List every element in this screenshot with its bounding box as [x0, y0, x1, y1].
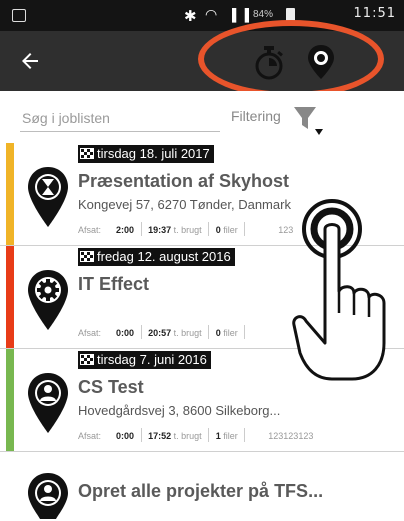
checkered-flag-icon	[80, 251, 94, 262]
job-item[interactable]: tirsdag 18. juli 2017 Præsentation af Sk…	[0, 143, 404, 246]
search-input[interactable]	[20, 105, 220, 132]
back-button[interactable]	[18, 47, 48, 75]
search-row: Filtering	[0, 91, 404, 143]
stopwatch-button[interactable]	[252, 45, 286, 81]
job-date: fredag 12. august 2016	[78, 248, 235, 266]
job-date: tirsdag 18. juli 2017	[78, 145, 214, 163]
job-ref: 123	[278, 225, 294, 235]
job-address: Hovedgårdsvej 3, 8600 Silkeborg...	[78, 403, 281, 418]
stopwatch-icon	[255, 46, 283, 80]
gear-icon	[28, 270, 68, 330]
brugt-value: 20:57	[148, 328, 172, 338]
job-ref: 123123123	[268, 431, 314, 441]
job-date-text: fredag 12. august 2016	[97, 249, 231, 264]
job-stats: Afsat: 0:00 20:57 t. brugt 0 filer	[78, 325, 249, 341]
filter-label: Filtering	[231, 108, 281, 124]
job-date: tirsdag 7. juni 2016	[78, 351, 211, 369]
filer-label: filer	[223, 431, 238, 441]
job-title: IT Effect	[78, 274, 150, 294]
job-item[interactable]: Opret alle projekter på TFS...	[0, 463, 404, 519]
arrow-left-icon	[22, 53, 38, 69]
job-stats: Afsat: 2:00 19:37 t. brugt 0 filer 123	[78, 222, 293, 238]
person-icon	[28, 473, 68, 519]
clock: 11:51	[353, 6, 396, 21]
wifi-icon: ◠	[205, 6, 218, 22]
job-title: CS Test	[78, 377, 144, 397]
status-bar: ✱ ◠ ▌▐ 84% 11:51	[0, 0, 404, 31]
job-item[interactable]: tirsdag 7. juni 2016 CS Test Hovedgårdsv…	[0, 349, 404, 452]
filer-label: filer	[223, 225, 238, 235]
brugt-value: 17:52	[148, 431, 172, 441]
hourglass-icon	[28, 167, 68, 227]
status-color-bar	[6, 349, 14, 451]
filer-label: filer	[223, 328, 238, 338]
afsat-value: 2:00	[116, 225, 135, 235]
status-color-bar	[6, 143, 14, 245]
afsat-label: Afsat:	[78, 431, 102, 441]
filer-value: 1	[215, 431, 221, 441]
filer-value: 0	[215, 225, 221, 235]
afsat-value: 0:00	[116, 328, 135, 338]
status-color-bar	[6, 246, 14, 348]
brugt-value: 19:37	[148, 225, 172, 235]
job-list: tirsdag 18. juli 2017 Præsentation af Sk…	[0, 143, 404, 452]
afsat-value: 0:00	[116, 431, 135, 441]
app-bar	[0, 31, 404, 91]
map-button[interactable]	[305, 43, 337, 81]
job-address: Kongevej 57, 6270 Tønder, Danmark	[78, 197, 291, 212]
filer-value: 0	[215, 328, 221, 338]
job-title: Opret alle projekter på TFS...	[78, 481, 324, 501]
battery-icon	[286, 8, 295, 23]
bluetooth-icon: ✱	[184, 8, 197, 25]
brugt-label: t. brugt	[173, 431, 202, 441]
job-date-text: tirsdag 7. juni 2016	[97, 352, 207, 367]
job-date-text: tirsdag 18. juli 2017	[97, 146, 210, 161]
job-title: Præsentation af Skyhost	[78, 171, 290, 191]
screenshot-icon	[12, 9, 26, 22]
afsat-label: Afsat:	[78, 225, 102, 235]
job-stats: Afsat: 0:00 17:52 t. brugt 1 filer 12312…	[78, 428, 313, 444]
person-icon	[28, 373, 68, 433]
checkered-flag-icon	[80, 354, 94, 365]
map-pin-icon	[308, 45, 334, 79]
signal-icon: ▌▐	[232, 8, 250, 22]
checkered-flag-icon	[80, 148, 94, 159]
afsat-label: Afsat:	[78, 328, 102, 338]
brugt-label: t. brugt	[173, 225, 202, 235]
battery-percent: 84%	[253, 9, 274, 20]
brugt-label: t. brugt	[173, 328, 202, 338]
filter-funnel-icon	[294, 107, 323, 135]
filter-button[interactable]: Filtering	[231, 105, 331, 135]
job-item[interactable]: fredag 12. august 2016 IT Effect Afsat: …	[0, 246, 404, 349]
